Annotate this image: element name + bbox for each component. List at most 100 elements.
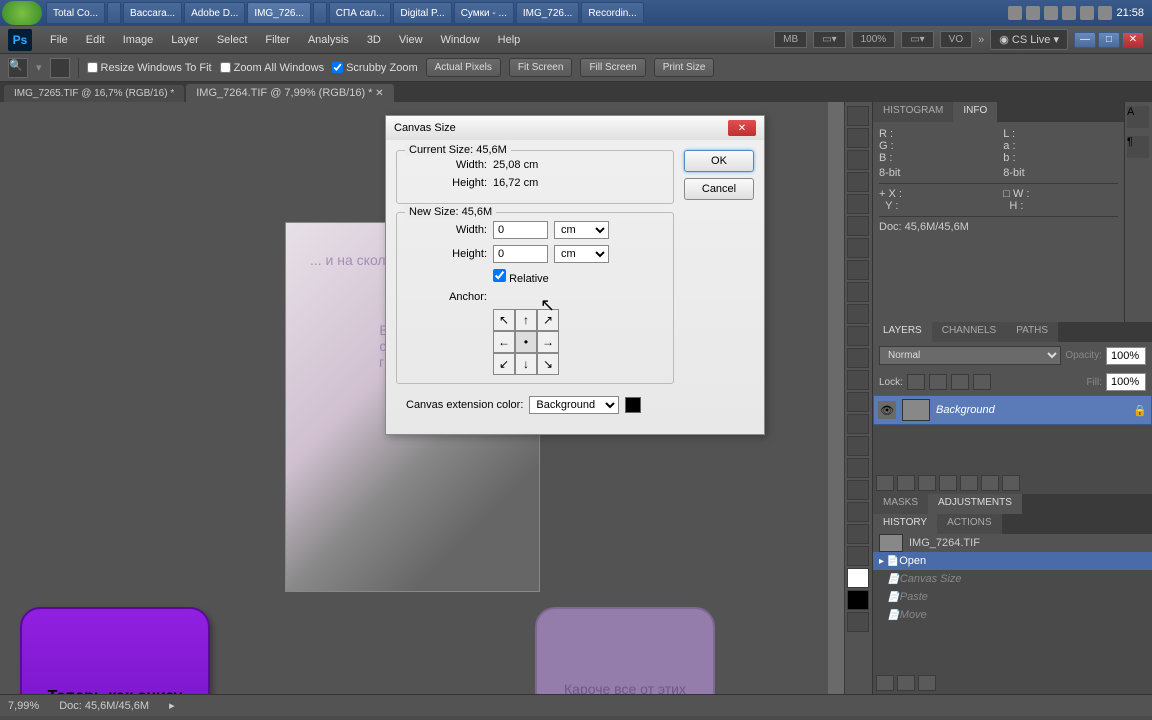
scrubby-zoom-checkbox[interactable]: Scrubby Zoom [332,62,418,74]
paths-tab[interactable]: PATHS [1006,322,1058,342]
delete-layer-icon[interactable] [1002,475,1020,491]
task-item[interactable]: Сумки - ... [454,2,514,24]
path-tool-icon[interactable] [847,458,869,478]
menu-help[interactable]: Help [490,30,529,50]
visibility-icon[interactable]: 👁 [878,401,896,419]
layer-name[interactable]: Background [936,404,995,416]
zoom-level[interactable]: 7,99% [8,700,39,712]
dialog-close-button[interactable]: ✕ [728,120,756,136]
move-tool-icon[interactable] [847,106,869,126]
fill-input[interactable] [1106,373,1146,391]
new-document-icon[interactable] [876,675,894,691]
vertical-scrollbar[interactable] [828,102,844,694]
lasso-tool-icon[interactable] [847,150,869,170]
anchor-n[interactable]: ↑ [515,309,537,331]
new-layer-icon[interactable] [981,475,999,491]
fit-screen-button[interactable]: Fit Screen [509,58,573,77]
document-tab[interactable]: IMG_7265.TIF @ 16,7% (RGB/16) * [4,85,184,102]
maximize-button[interactable]: □ [1098,32,1120,48]
background-color-icon[interactable] [847,590,869,610]
menu-view[interactable]: View [391,30,431,50]
menu-filter[interactable]: Filter [257,30,297,50]
anchor-center[interactable]: • [515,331,537,353]
clock[interactable]: 21:58 [1116,7,1144,19]
pen-tool-icon[interactable] [847,414,869,434]
opacity-input[interactable] [1106,347,1146,365]
resize-windows-checkbox[interactable]: Resize Windows To Fit [87,62,212,74]
task-item[interactable]: Baccara... [123,2,182,24]
lock-transparency-icon[interactable] [907,374,925,390]
menu-edit[interactable]: Edit [78,30,113,50]
tray-icon[interactable] [1008,6,1022,20]
history-brush-tool-icon[interactable] [847,304,869,324]
tray-icon[interactable] [1098,6,1112,20]
zoom-in-icon[interactable] [50,58,70,78]
quickmask-icon[interactable] [847,612,869,632]
gradient-tool-icon[interactable] [847,348,869,368]
adjustment-layer-icon[interactable] [939,475,957,491]
new-snapshot-icon[interactable] [897,675,915,691]
lock-position-icon[interactable] [951,374,969,390]
task-item[interactable]: IMG_726... [516,2,579,24]
arrange-dropdown[interactable]: ▭▾ [901,31,933,48]
hand-tool-icon[interactable] [847,524,869,544]
channels-tab[interactable]: CHANNELS [932,322,1006,342]
layer-group-icon[interactable] [960,475,978,491]
tray-icon[interactable] [1062,6,1076,20]
anchor-s[interactable]: ↓ [515,353,537,375]
width-unit-select[interactable]: cm [554,221,609,239]
paragraph-panel-icon[interactable]: ¶ [1127,136,1149,158]
task-item[interactable]: СПА сал... [329,2,392,24]
foreground-color-icon[interactable] [847,568,869,588]
tray-icon[interactable] [1044,6,1058,20]
task-item[interactable]: IMG_726... [247,2,310,24]
history-snapshot[interactable]: IMG_7264.TIF [873,534,1152,552]
relative-checkbox[interactable]: Relative [493,269,549,285]
history-state[interactable]: 📄 Canvas Size [873,570,1152,588]
task-item[interactable] [107,2,121,24]
brush-tool-icon[interactable] [847,260,869,280]
healing-tool-icon[interactable] [847,238,869,258]
info-tab[interactable]: INFO [953,102,997,122]
masks-tab[interactable]: MASKS [873,494,928,514]
width-input[interactable] [493,221,548,239]
task-item[interactable] [313,2,327,24]
layer-row[interactable]: 👁 Background 🔒 [873,395,1152,425]
expand-icon[interactable]: » [978,34,984,46]
doc-size[interactable]: Doc: 45,6M/45,6M [59,700,149,712]
history-state[interactable]: 📄 Move [873,606,1152,624]
task-item[interactable]: Recordin... [581,2,643,24]
dodge-tool-icon[interactable] [847,392,869,412]
layers-tab[interactable]: LAYERS [873,322,932,342]
blur-tool-icon[interactable] [847,370,869,390]
screen-mode-dropdown[interactable]: ▭▾ [813,31,845,48]
history-state[interactable]: 📄 Paste [873,588,1152,606]
close-button[interactable]: ✕ [1122,32,1144,48]
menu-file[interactable]: File [42,30,76,50]
shape-tool-icon[interactable] [847,480,869,500]
stamp-tool-icon[interactable] [847,282,869,302]
lock-pixels-icon[interactable] [929,374,947,390]
color-swatch[interactable] [625,397,641,413]
task-item[interactable]: Total Co... [46,2,105,24]
layer-mask-icon[interactable] [918,475,936,491]
anchor-w[interactable]: ← [493,331,515,353]
task-item[interactable]: Digital P... [393,2,451,24]
link-layers-icon[interactable] [876,475,894,491]
type-tool-icon[interactable] [847,436,869,456]
blend-mode-select[interactable]: Normal [879,346,1061,365]
task-item[interactable]: Adobe D... [184,2,245,24]
zoom-tool-icon[interactable]: 🔍 [8,58,28,78]
height-input[interactable] [493,245,548,263]
dialog-titlebar[interactable]: Canvas Size ✕ [386,116,764,140]
wand-tool-icon[interactable] [847,172,869,192]
zoom-dropdown[interactable]: 100% [852,31,896,48]
height-unit-select[interactable]: cm [554,245,609,263]
anchor-nw[interactable]: ↖ [493,309,515,331]
histogram-tab[interactable]: HISTOGRAM [873,102,953,122]
anchor-se[interactable]: ↘ [537,353,559,375]
anchor-sw[interactable]: ↙ [493,353,515,375]
cs-live-button[interactable]: ◉ CS Live ▾ [990,29,1068,50]
document-tab[interactable]: IMG_7264.TIF @ 7,99% (RGB/16) * ✕ [186,84,393,102]
menu-layer[interactable]: Layer [163,30,207,50]
